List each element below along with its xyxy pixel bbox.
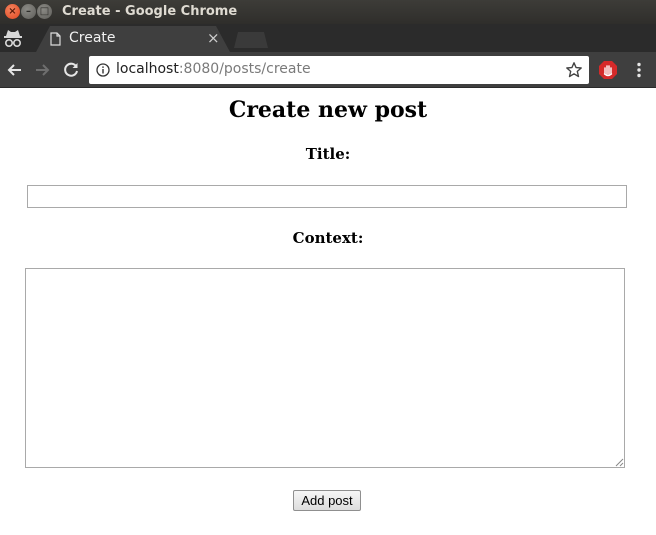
address-bar[interactable]: localhost:8080/posts/create	[89, 56, 589, 84]
file-icon	[50, 32, 61, 46]
new-tab-button[interactable]	[234, 32, 268, 48]
title-input[interactable]	[27, 185, 627, 208]
browser-toolbar: localhost:8080/posts/create	[0, 52, 656, 88]
tab-title: Create	[69, 30, 116, 46]
tab-create[interactable]: Create ×	[36, 26, 230, 52]
forward-arrow-icon[interactable]	[32, 60, 52, 80]
window-title-bar: × – □ Create - Google Chrome	[0, 0, 656, 24]
info-icon[interactable]	[96, 63, 110, 77]
url-text[interactable]: localhost:8080/posts/create	[116, 61, 311, 77]
page-content: Create new post Title: Context: Add post	[0, 89, 656, 535]
reload-icon[interactable]	[61, 60, 81, 80]
incognito-icon	[4, 30, 22, 48]
tab-close-icon[interactable]: ×	[207, 29, 220, 47]
context-textarea[interactable]	[25, 268, 625, 468]
stop-hand-extension-icon[interactable]	[598, 60, 618, 80]
title-label: Title:	[305, 145, 351, 163]
star-icon[interactable]	[565, 61, 583, 79]
window-title: Create - Google Chrome	[62, 4, 238, 19]
kebab-menu-icon[interactable]	[630, 61, 648, 79]
add-post-button[interactable]: Add post	[293, 490, 361, 511]
context-label: Context:	[292, 229, 364, 247]
window-maximize-button[interactable]: □	[37, 4, 52, 19]
url-host: localhost	[116, 61, 179, 77]
page-title: Create new post	[228, 97, 428, 123]
tab-strip: Create ×	[0, 24, 656, 52]
resize-grip-icon[interactable]	[615, 458, 624, 467]
window-minimize-button[interactable]: –	[21, 4, 36, 19]
url-path: :8080/posts/create	[178, 61, 311, 77]
window-close-button[interactable]: ×	[5, 4, 20, 19]
back-arrow-icon[interactable]	[5, 60, 25, 80]
